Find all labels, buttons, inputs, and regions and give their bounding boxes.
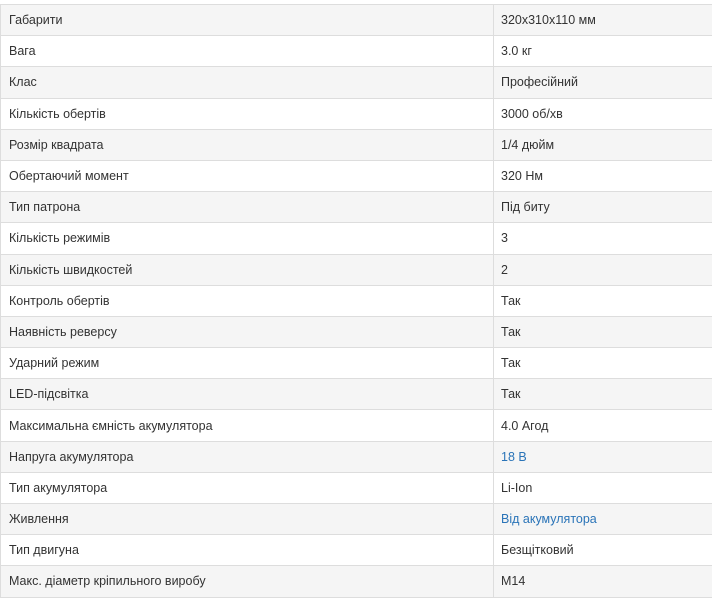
spec-row: Тип патрона Під биту (1, 192, 712, 223)
spec-value-cell: Li-Ion (494, 472, 712, 503)
spec-name: Вага (1, 36, 494, 67)
spec-value-cell: Так (494, 316, 712, 347)
spec-value: 3 (501, 231, 508, 245)
spec-value-cell: 3.0 кг (494, 36, 712, 67)
spec-name: Живлення (1, 504, 494, 535)
spec-value: Під биту (501, 200, 550, 214)
spec-value-cell: Так (494, 379, 712, 410)
spec-value: 320 Нм (501, 169, 543, 183)
spec-row: Кількість швидкостей 2 (1, 254, 712, 285)
specifications-body: Габарити 320x310x110 мм Вага 3.0 кг Клас Проф… (1, 5, 712, 598)
spec-value: 320x310x110 мм (501, 13, 596, 27)
spec-value-cell: 320 Нм (494, 160, 712, 191)
spec-value: Так (501, 325, 521, 339)
spec-row: Макс. діаметр кріпильного виробу M14 (1, 566, 712, 597)
spec-row: Обертаючий момент 320 Нм (1, 160, 712, 191)
spec-value: Так (501, 294, 521, 308)
specifications-table: Габарити 320x310x110 мм Вага 3.0 кг Клас Проф… (0, 4, 712, 598)
spec-value-cell: M14 (494, 566, 712, 597)
spec-name: Наявність реверсу (1, 316, 494, 347)
spec-name: Контроль обертів (1, 285, 494, 316)
spec-value: 3000 об/хв (501, 107, 563, 121)
spec-value: Так (501, 387, 521, 401)
spec-value: 1/4 дюйм (501, 138, 554, 152)
spec-row: Максимальна ємність акумулятора 4.0 Агод (1, 410, 712, 441)
spec-value: 4.0 Агод (501, 419, 548, 433)
spec-row: Габарити 320x310x110 мм (1, 5, 712, 36)
spec-name: Клас (1, 67, 494, 98)
spec-row: Контроль обертів Так (1, 285, 712, 316)
spec-name: Тип акумулятора (1, 472, 494, 503)
spec-value: Безщітковий (501, 543, 574, 557)
spec-name: LED-підсвітка (1, 379, 494, 410)
spec-name: Кількість режимів (1, 223, 494, 254)
spec-value-cell: 320x310x110 мм (494, 5, 712, 36)
spec-row: Вага 3.0 кг (1, 36, 712, 67)
spec-value: Так (501, 356, 521, 370)
spec-value-cell: 3 (494, 223, 712, 254)
spec-row: Кількість режимів 3 (1, 223, 712, 254)
spec-name: Обертаючий момент (1, 160, 494, 191)
spec-row: Тип акумулятора Li-Ion (1, 472, 712, 503)
spec-row: Клас Професійний (1, 67, 712, 98)
spec-name: Максимальна ємність акумулятора (1, 410, 494, 441)
spec-row: LED-підсвітка Так (1, 379, 712, 410)
spec-row: Напруга акумулятора 18 В (1, 441, 712, 472)
spec-name: Кількість швидкостей (1, 254, 494, 285)
spec-name: Ударний режим (1, 348, 494, 379)
spec-name: Габарити (1, 5, 494, 36)
spec-value-cell: Безщітковий (494, 535, 712, 566)
spec-value-cell: 1/4 дюйм (494, 129, 712, 160)
spec-row: Розмір квадрата 1/4 дюйм (1, 129, 712, 160)
spec-value: M14 (501, 574, 525, 588)
spec-value: 2 (501, 263, 508, 277)
spec-value: Li-Ion (501, 481, 532, 495)
spec-value: 3.0 кг (501, 44, 532, 58)
spec-value-cell: Так (494, 285, 712, 316)
spec-value-cell: 2 (494, 254, 712, 285)
spec-name: Кількість обертів (1, 98, 494, 129)
spec-value-link[interactable]: Від акумулятора (501, 512, 597, 526)
spec-value-cell: 3000 об/хв (494, 98, 712, 129)
spec-value-link[interactable]: 18 В (501, 450, 527, 464)
spec-value-cell: Під биту (494, 192, 712, 223)
spec-value-cell: Так (494, 348, 712, 379)
spec-name: Напруга акумулятора (1, 441, 494, 472)
spec-name: Розмір квадрата (1, 129, 494, 160)
spec-row: Наявність реверсу Так (1, 316, 712, 347)
spec-value: Професійний (501, 75, 578, 89)
spec-value-cell: Професійний (494, 67, 712, 98)
spec-row: Живлення Від акумулятора (1, 504, 712, 535)
spec-name: Тип патрона (1, 192, 494, 223)
spec-name: Тип двигуна (1, 535, 494, 566)
spec-row: Тип двигуна Безщітковий (1, 535, 712, 566)
spec-row: Кількість обертів 3000 об/хв (1, 98, 712, 129)
spec-name: Макс. діаметр кріпильного виробу (1, 566, 494, 597)
spec-value-cell: Від акумулятора (494, 504, 712, 535)
spec-row: Ударний режим Так (1, 348, 712, 379)
spec-value-cell: 18 В (494, 441, 712, 472)
spec-value-cell: 4.0 Агод (494, 410, 712, 441)
